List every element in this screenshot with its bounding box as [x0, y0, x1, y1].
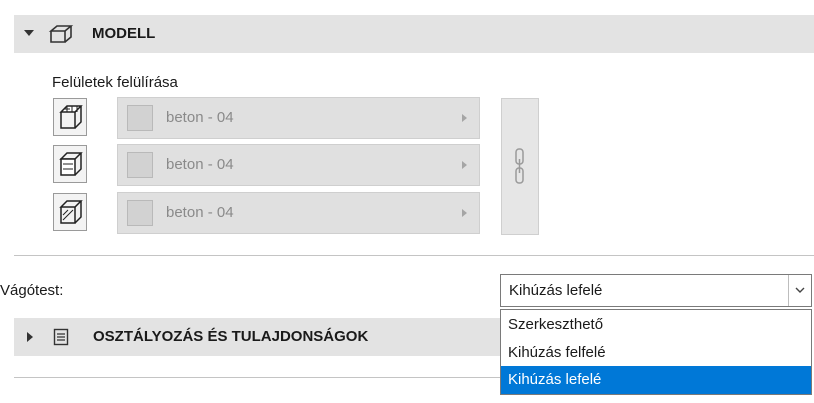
- expand-triangle-icon[interactable]: [27, 332, 33, 342]
- material-swatch: [127, 152, 153, 178]
- chevron-down-icon: [795, 287, 805, 293]
- material-swatch: [127, 105, 153, 131]
- surface-override-label: Felületek felülírása: [52, 74, 178, 91]
- bottom-surface-icon: [59, 200, 83, 224]
- bottom-surface-button[interactable]: [53, 193, 87, 231]
- material-name: beton - 04: [166, 204, 234, 221]
- chain-link-icon: [515, 148, 524, 184]
- submenu-arrow-icon: [462, 161, 467, 169]
- classification-section-header[interactable]: OSZTÁLYOZÁS ÉS TULAJDONSÁGOK: [14, 318, 500, 356]
- cutting-body-options-list[interactable]: Szerkeszthető Kihúzás felfelé Kihúzás le…: [500, 309, 812, 395]
- option-extrude-down[interactable]: Kihúzás lefelé: [501, 366, 811, 394]
- side-material-picker[interactable]: beton - 04: [117, 144, 480, 186]
- modell-section-header[interactable]: MODELL: [14, 15, 814, 53]
- section-title-classification: OSZTÁLYOZÁS ÉS TULAJDONSÁGOK: [93, 328, 369, 345]
- model-box-icon: [48, 25, 74, 43]
- option-extrude-up[interactable]: Kihúzás felfelé: [501, 339, 811, 367]
- section-title-modell: MODELL: [92, 25, 156, 42]
- side-surface-button[interactable]: [53, 145, 87, 183]
- option-label: Kihúzás felfelé: [508, 344, 606, 361]
- option-editable[interactable]: Szerkeszthető: [501, 311, 811, 339]
- bottom-material-picker[interactable]: beton - 04: [117, 192, 480, 234]
- document-list-icon: [53, 328, 69, 346]
- submenu-arrow-icon: [462, 114, 467, 122]
- top-surface-button[interactable]: [53, 98, 87, 136]
- collapse-triangle-icon[interactable]: [24, 30, 34, 36]
- link-materials-button[interactable]: [501, 98, 539, 235]
- cutting-body-label: Vágótest:: [0, 282, 64, 299]
- material-name: beton - 04: [166, 156, 234, 173]
- divider: [14, 377, 500, 378]
- material-swatch: [127, 200, 153, 226]
- material-name: beton - 04: [166, 109, 234, 126]
- top-material-picker[interactable]: beton - 04: [117, 97, 480, 139]
- top-surface-icon: [59, 105, 83, 129]
- dropdown-button[interactable]: [788, 275, 811, 306]
- side-surface-icon: [59, 152, 83, 176]
- selected-value: Kihúzás lefelé: [509, 282, 603, 299]
- submenu-arrow-icon: [462, 209, 467, 217]
- cutting-body-select[interactable]: Kihúzás lefelé: [500, 274, 812, 307]
- option-label: Kihúzás lefelé: [508, 371, 602, 388]
- option-label: Szerkeszthető: [508, 316, 604, 333]
- divider: [14, 255, 814, 256]
